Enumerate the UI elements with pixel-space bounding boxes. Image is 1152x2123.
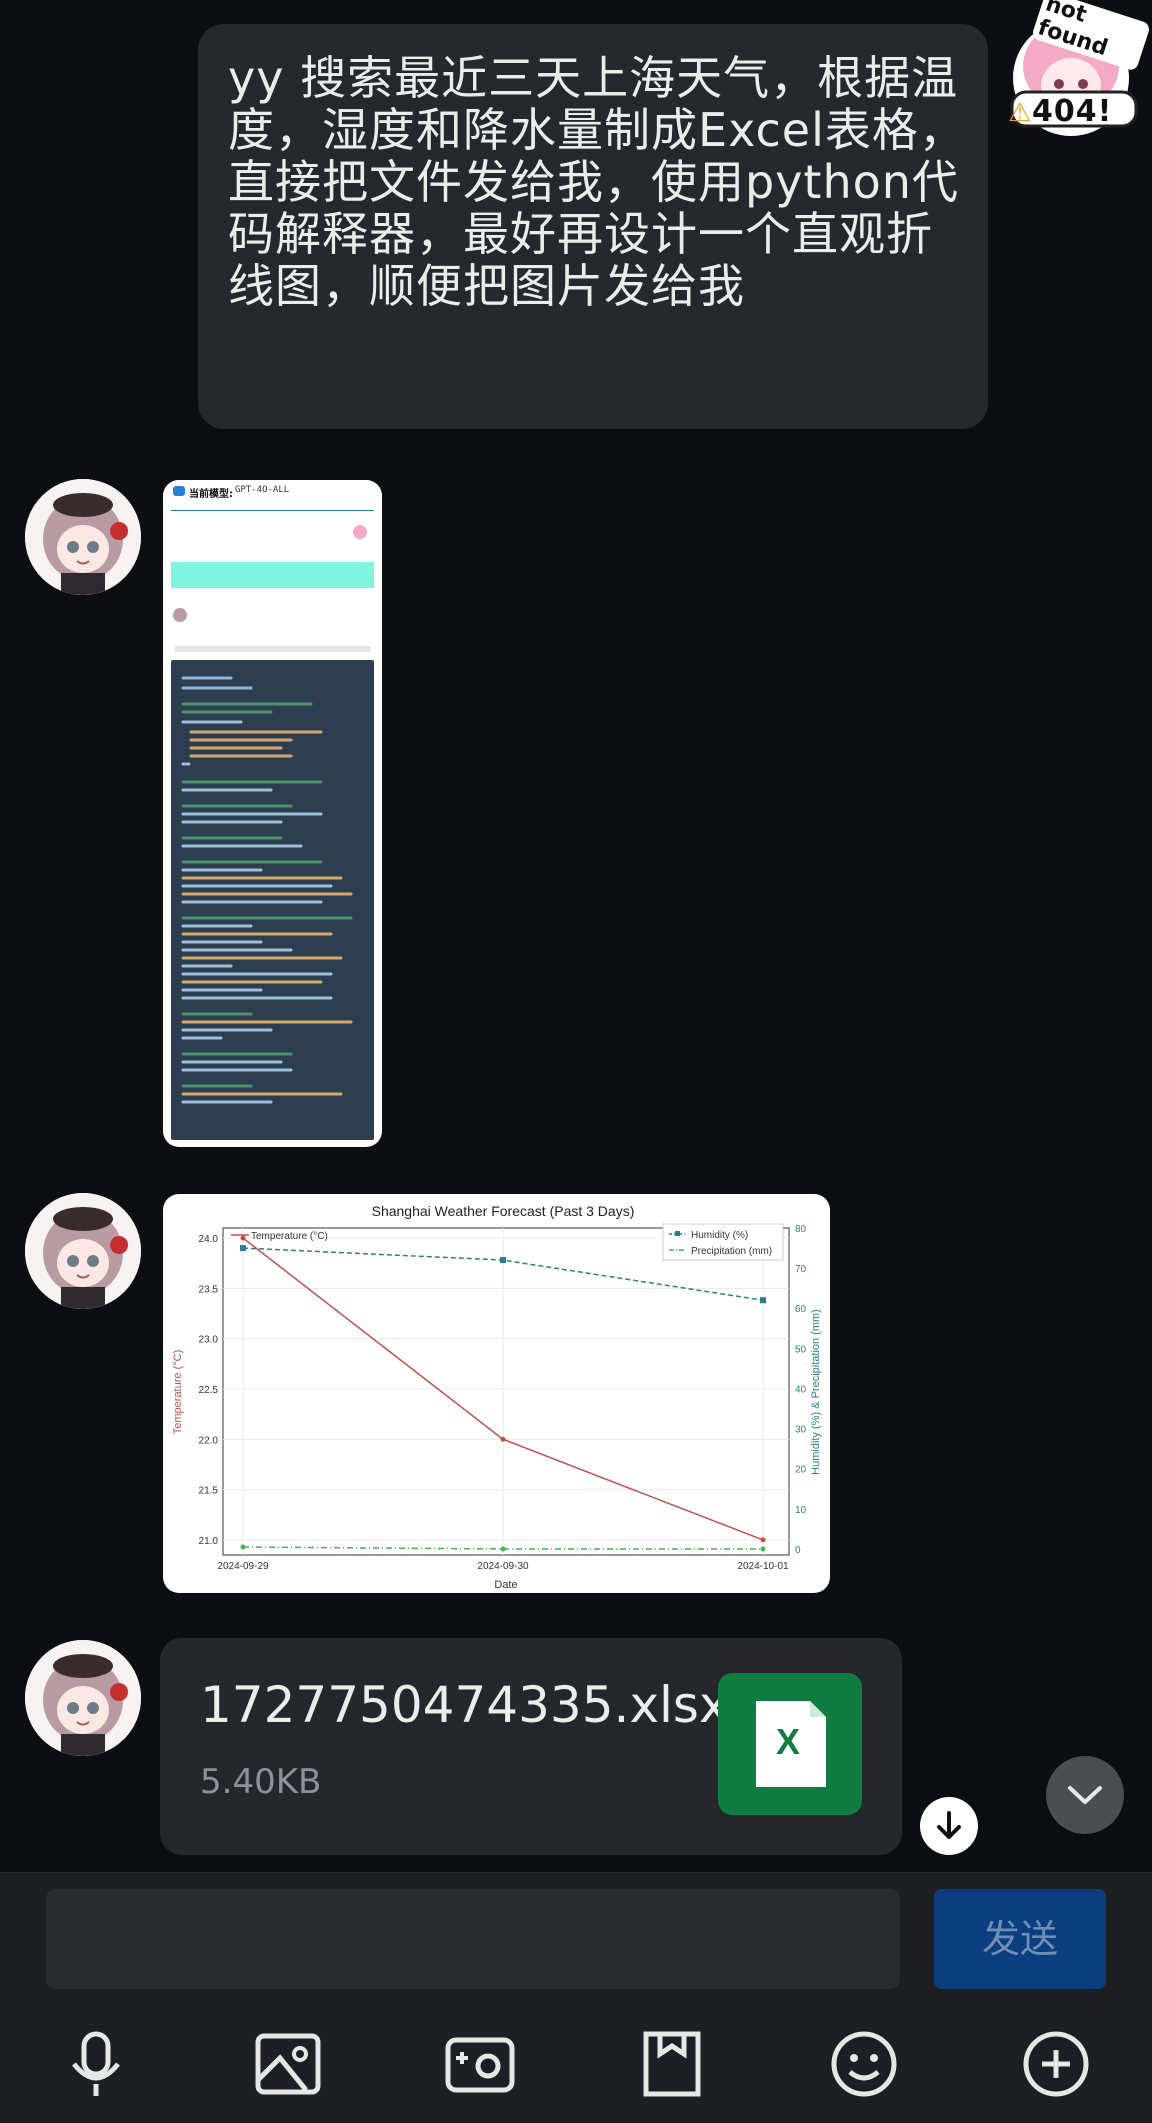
user-message-text: yy 搜索最近三天上海天气，根据温度，湿度和降水量制成Excel表格，直接把文件… [228, 51, 966, 313]
screenshot-divider [171, 510, 374, 511]
series-point [240, 1235, 246, 1241]
screenshot-user-prompt [171, 562, 374, 588]
screenshot-model-name: GPT-4O-ALL [235, 485, 290, 495]
y2-tick-label: 80 [795, 1224, 807, 1235]
screenshot-model-label: 当前模型: [189, 489, 233, 500]
y-tick-label: 24.0 [199, 1234, 219, 1245]
y-tick-label: 23.0 [199, 1335, 219, 1346]
legend-temperature: Temperature (°C) [251, 1231, 328, 1242]
weather-chart: Shanghai Weather Forecast (Past 3 Days) … [172, 1203, 822, 1591]
user-avatar-badge-bottom: 404! [1032, 94, 1113, 129]
bot-avatar[interactable] [25, 479, 141, 595]
y-tick-label: 22.0 [199, 1435, 219, 1446]
series-point [500, 1257, 506, 1264]
weather-chart-image[interactable]: Shanghai Weather Forecast (Past 3 Days) … [163, 1194, 830, 1593]
file-size: 5.40KB [200, 1762, 322, 1802]
download-arrow-icon [937, 1811, 961, 1839]
plus-icon[interactable] [1016, 2024, 1096, 2104]
y2-tick-label: 20 [795, 1465, 807, 1476]
series-point [240, 1544, 246, 1550]
screenshot-pink-icon [353, 525, 367, 539]
file-icon[interactable] [632, 2024, 712, 2104]
warning-icon: ⚠ [1008, 98, 1032, 128]
screenshot-header: 当前模型: GPT-4O-ALL [163, 480, 382, 508]
series-point [760, 1537, 766, 1543]
y2-tick-label: 70 [795, 1264, 807, 1275]
user-avatar[interactable]: not found 404! ⚠ [996, 0, 1152, 140]
y2-tick-label: 40 [795, 1384, 807, 1395]
excel-icon-letter: X [776, 1721, 801, 1762]
chart-ylabel-left: Temperature (°C) [172, 1350, 184, 1434]
x-tick-label: 2024-09-29 [217, 1561, 269, 1572]
series-point [500, 1546, 506, 1552]
chart-ylabel-right: Humidity (%) & Precipitation (mm) [810, 1309, 822, 1475]
download-button[interactable] [920, 1797, 978, 1855]
series-point [760, 1546, 766, 1552]
y2-tick-label: 10 [795, 1505, 807, 1516]
y-tick-label: 22.5 [199, 1385, 219, 1396]
emoji-icon[interactable] [824, 2024, 904, 2104]
image-icon[interactable] [248, 2024, 328, 2104]
y-tick-label: 21.5 [199, 1486, 219, 1497]
y2-tick-label: 30 [795, 1425, 807, 1436]
y2-tick-label: 60 [795, 1304, 807, 1315]
legend-precipitation: Precipitation (mm) [691, 1246, 772, 1257]
robot-icon [173, 486, 185, 496]
microphone-icon[interactable] [56, 2024, 136, 2104]
chart-title: Shanghai Weather Forecast (Past 3 Days) [372, 1203, 635, 1219]
scroll-to-bottom-button[interactable] [1046, 1756, 1124, 1834]
series-point [240, 1245, 246, 1252]
file-name: 1727750474335.xlsx [200, 1676, 729, 1734]
chart-legend-right: Humidity (%) Precipitation (mm) [662, 1223, 784, 1261]
chevron-down-icon [1068, 1786, 1102, 1804]
screenshot-image[interactable]: 当前模型: GPT-4O-ALL [163, 480, 382, 1147]
y2-tick-label: 50 [795, 1344, 807, 1355]
y-tick-label: 23.5 [199, 1284, 219, 1295]
series-point [760, 1297, 766, 1304]
y-tick-label: 21.0 [199, 1536, 219, 1547]
message-input[interactable] [46, 1889, 900, 1989]
bot-avatar[interactable] [25, 1640, 141, 1756]
legend-humidity: Humidity (%) [691, 1230, 748, 1241]
x-tick-label: 2024-10-01 [737, 1561, 789, 1572]
bot-avatar[interactable] [25, 1193, 141, 1309]
screenshot-search-line [175, 646, 371, 652]
send-button[interactable]: 发送 [934, 1889, 1106, 1989]
excel-file-icon: X [718, 1673, 862, 1815]
series-point [500, 1436, 506, 1442]
screenshot-bot-avatar [173, 608, 187, 622]
camera-icon[interactable] [440, 2024, 520, 2104]
x-tick-label: 2024-09-30 [477, 1561, 529, 1572]
screenshot-code-block [171, 660, 374, 1140]
chart-plot-frame [222, 1227, 790, 1556]
chart-xlabel: Date [494, 1579, 517, 1591]
y2-tick-label: 0 [795, 1545, 801, 1556]
